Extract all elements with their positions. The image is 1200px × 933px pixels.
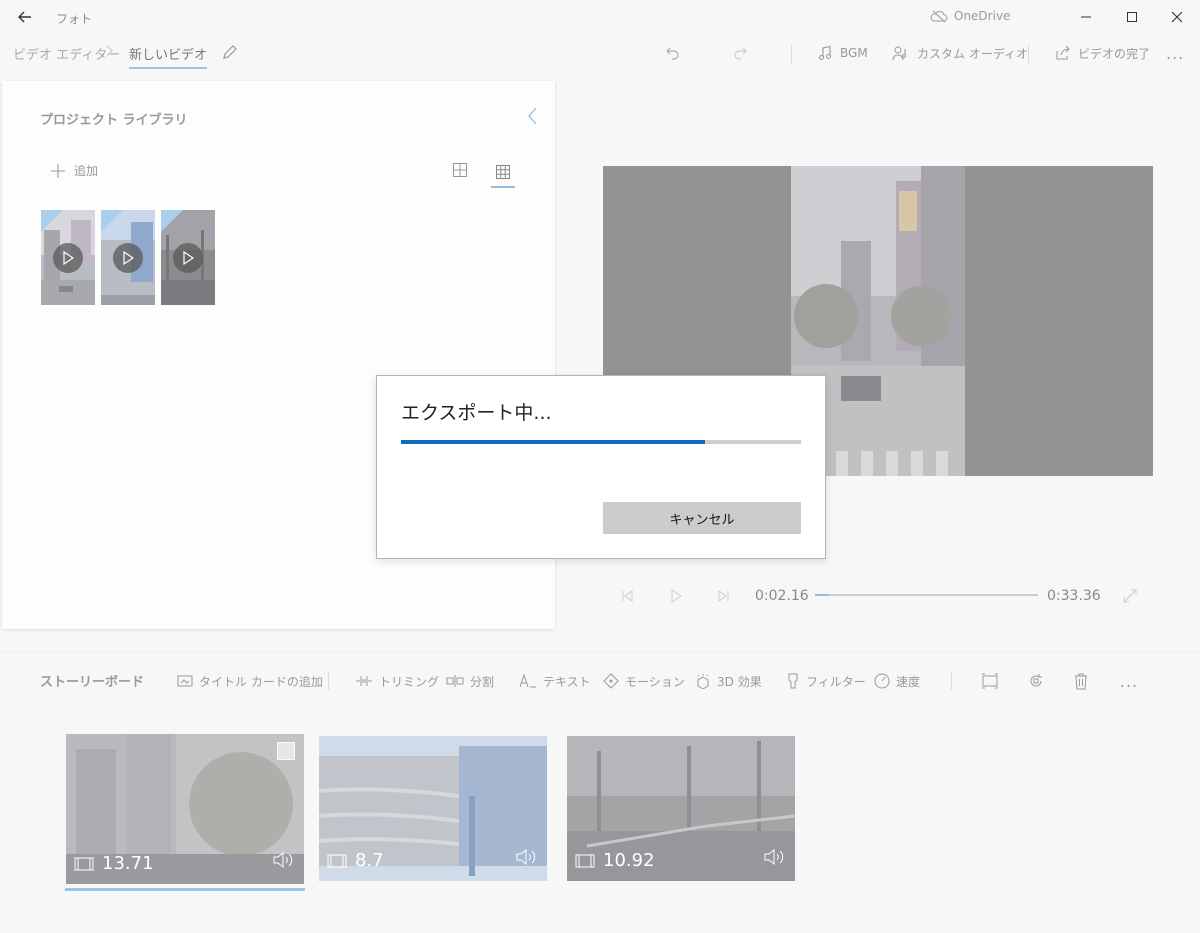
cancel-export-button[interactable]: キャンセル <box>603 502 801 534</box>
export-progress-fill <box>401 440 705 444</box>
export-dialog-title: エクスポート中... <box>401 402 552 424</box>
